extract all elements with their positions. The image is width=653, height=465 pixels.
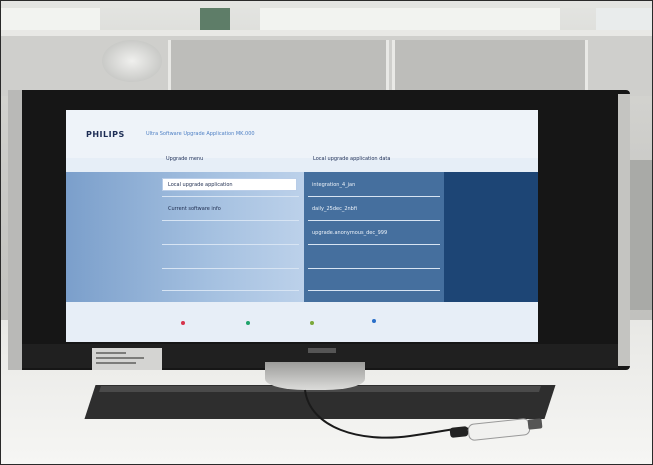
right-column-header: Local upgrade application data	[313, 156, 391, 162]
screen-footer	[66, 302, 538, 342]
shelf	[392, 40, 588, 92]
menu-item-label: Local upgrade application	[168, 182, 233, 188]
usb-cap	[527, 418, 543, 430]
middle-panel	[304, 172, 444, 302]
ceiling-light	[0, 8, 100, 32]
photo-scene: PHILIPS Ultra Software Upgrade Applicati…	[0, 0, 653, 465]
screen-title: Ultra Software Upgrade Application MK.00…	[146, 131, 255, 137]
tv-logo-mark	[308, 348, 336, 353]
menu-divider	[308, 220, 440, 221]
upgrade-file-item[interactable]: integration_4_jan	[312, 182, 355, 188]
menu-divider	[308, 196, 440, 197]
menu-divider	[162, 268, 299, 269]
menu-divider	[308, 290, 440, 291]
menu-item-current-software[interactable]: Current software info	[168, 206, 221, 212]
menu-divider	[308, 268, 440, 269]
desk-fan	[102, 40, 162, 82]
shelf	[168, 40, 389, 92]
screen-header	[66, 110, 538, 158]
menu-panels	[66, 172, 538, 302]
blue-key-icon	[372, 319, 376, 323]
ceiling-light	[260, 8, 560, 32]
menu-divider	[162, 220, 299, 221]
tv-stand-neck	[265, 362, 365, 390]
yellow-key-icon	[310, 321, 314, 325]
tv-screen: PHILIPS Ultra Software Upgrade Applicati…	[66, 110, 538, 342]
left-column-header: Upgrade menu	[166, 156, 204, 162]
sticker-line	[96, 362, 136, 364]
sticker-line	[96, 352, 126, 354]
tv-right-edge	[618, 94, 630, 366]
tv-left-edge	[8, 90, 22, 370]
red-key-icon	[181, 321, 185, 325]
green-key-icon	[246, 321, 250, 325]
left-panel	[66, 172, 304, 302]
brand-logo: PHILIPS	[86, 130, 125, 139]
green-object	[200, 8, 230, 32]
usb-cable	[304, 389, 476, 439]
menu-divider	[162, 290, 299, 291]
sticker-line	[96, 357, 144, 359]
menu-divider	[308, 244, 440, 245]
menu-divider	[162, 196, 299, 197]
menu-divider	[162, 244, 299, 245]
right-panel	[444, 172, 538, 302]
upgrade-file-item[interactable]: upgrade.anonymous_dec_999	[312, 230, 387, 236]
upgrade-file-item[interactable]: daily_25dec_2nbfi	[312, 206, 357, 212]
usb-plug	[449, 426, 469, 438]
